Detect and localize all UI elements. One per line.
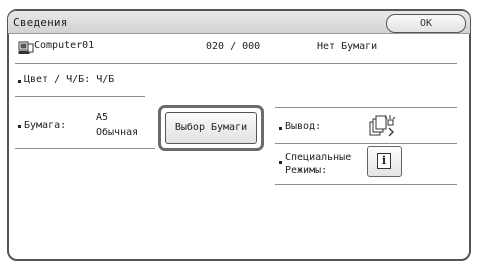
- divider: [15, 96, 145, 97]
- dialog-title: Сведения: [13, 16, 68, 29]
- job-counter: 020 / 000: [206, 41, 261, 52]
- paper-type: Обычная: [96, 127, 139, 138]
- divider: [275, 107, 457, 108]
- special-modes-label-line2: Режимы:: [285, 165, 328, 176]
- bullet: [279, 127, 282, 130]
- paper-size: A5: [96, 112, 109, 123]
- bullet: [18, 125, 21, 128]
- output-label: Вывод:: [285, 121, 322, 132]
- special-modes-button[interactable]: i: [367, 146, 402, 177]
- divider: [275, 143, 457, 144]
- job-status: Нет Бумаги: [317, 41, 378, 52]
- computer-icon: [18, 41, 34, 54]
- special-modes-label-line1: Специальные: [285, 152, 352, 163]
- color-mode-label: Цвет / Ч/Б: Ч/Б: [24, 74, 115, 85]
- output-tray-icon[interactable]: [368, 114, 398, 138]
- divider: [275, 184, 457, 185]
- ok-button[interactable]: OK: [386, 14, 466, 33]
- info-icon: i: [377, 153, 391, 169]
- job-name: Computer01: [34, 40, 95, 51]
- bullet: [279, 161, 282, 164]
- divider: [15, 148, 155, 149]
- bullet: [18, 80, 21, 83]
- paper-select-button[interactable]: Выбор Бумаги: [165, 112, 257, 144]
- divider: [15, 63, 457, 64]
- paper-label: Бумага:: [24, 120, 67, 131]
